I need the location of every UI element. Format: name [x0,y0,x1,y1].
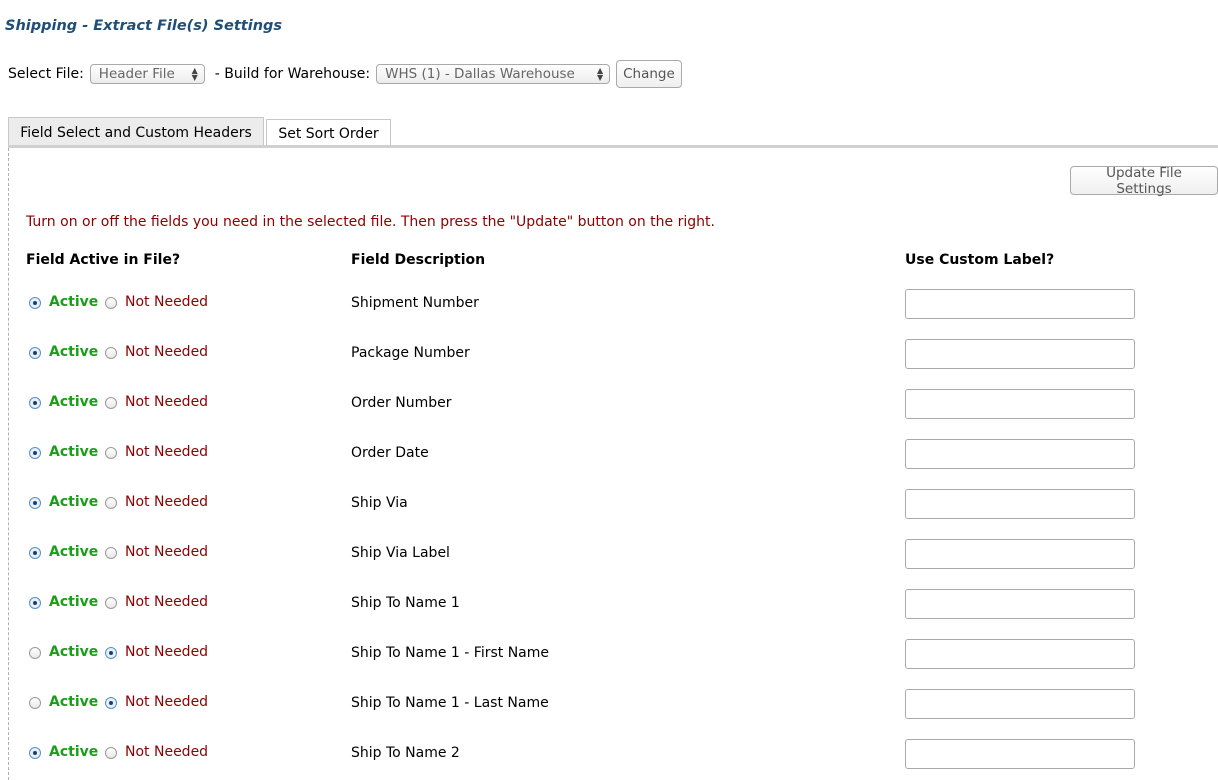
field-description: Ship Via Label [351,545,450,561]
field-row: Active Not Needed Order Date [0,439,1218,469]
field-description: Order Number [351,395,452,411]
updown-arrows-icon: ▲ ▼ [191,66,198,82]
not-needed-option-label[interactable]: Not Needed [125,644,208,660]
active-option-label[interactable]: Active [49,644,98,660]
field-description: Ship To Name 1 - First Name [351,645,550,661]
field-row: Active Not Needed Ship To Name 1 [0,589,1218,619]
active-radio[interactable] [29,397,41,409]
active-option-label[interactable]: Active [49,344,98,360]
field-description: Ship To Name 1 [351,595,460,611]
warehouse-label: - Build for Warehouse: [214,66,371,82]
active-radio[interactable] [29,747,41,759]
custom-label-input[interactable] [905,739,1135,769]
column-header-active: Field Active in File? [26,252,181,268]
warehouse-value: WHS (1) - Dallas Warehouse [385,66,575,82]
custom-label-input[interactable] [905,589,1135,619]
field-row: Active Not Needed Package Number [0,339,1218,369]
select-file-dropdown[interactable]: Header File ▲ ▼ [89,64,205,84]
custom-label-input[interactable] [905,539,1135,569]
select-file-value: Header File [98,66,175,82]
warehouse-dropdown[interactable]: WHS (1) - Dallas Warehouse ▲ ▼ [376,64,611,84]
not-needed-option-label[interactable]: Not Needed [125,294,208,310]
not-needed-option-label[interactable]: Not Needed [125,494,208,510]
field-description: Package Number [351,345,470,361]
active-option-label[interactable]: Active [49,594,98,610]
select-file-label: Select File: [8,66,84,82]
field-row: Active Not Needed Order Number [0,389,1218,419]
field-row: Active Not Needed Ship To Name 1 - First N… [0,639,1218,669]
field-row: Active Not Needed Ship Via Label [0,539,1218,569]
tab-divider [8,145,1218,148]
field-description: Ship Via [351,495,408,511]
active-option-label[interactable]: Active [49,744,98,760]
not-needed-radio[interactable] [105,547,117,559]
column-header-custom-label: Use Custom Label? [905,252,1055,268]
field-description: Ship To Name 2 [351,745,460,761]
custom-label-input[interactable] [905,689,1135,719]
tab-field-select[interactable]: Field Select and Custom Headers [8,117,264,147]
active-radio[interactable] [29,347,41,359]
field-description: Order Date [351,445,429,461]
not-needed-radio[interactable] [105,697,117,709]
active-radio[interactable] [29,447,41,459]
change-button[interactable]: Change [616,60,682,88]
custom-label-input[interactable] [905,289,1135,319]
column-header-description: Field Description [351,252,486,268]
not-needed-option-label[interactable]: Not Needed [125,744,208,760]
field-row: Active Not Needed Shipment Number [0,289,1218,319]
custom-label-input[interactable] [905,339,1135,369]
page-title: Shipping - Extract File(s) Settings [5,18,283,34]
not-needed-option-label[interactable]: Not Needed [125,544,208,560]
not-needed-option-label[interactable]: Not Needed [125,444,208,460]
active-radio[interactable] [29,297,41,309]
not-needed-radio[interactable] [105,447,117,459]
file-select-bar: Select File: Header File ▲ ▼ - Build for … [8,60,682,88]
active-option-label[interactable]: Active [49,694,98,710]
not-needed-radio[interactable] [105,597,117,609]
field-row: Active Not Needed Ship To Name 2 [0,739,1218,769]
not-needed-radio[interactable] [105,347,117,359]
active-option-label[interactable]: Active [49,394,98,410]
tab-sort-order[interactable]: Set Sort Order [266,119,391,147]
custom-label-input[interactable] [905,389,1135,419]
custom-label-input[interactable] [905,439,1135,469]
not-needed-option-label[interactable]: Not Needed [125,344,208,360]
custom-label-input[interactable] [905,489,1135,519]
active-radio[interactable] [29,497,41,509]
instruction-text: Turn on or off the fields you need in th… [26,214,715,230]
active-option-label[interactable]: Active [49,444,98,460]
field-description: Shipment Number [351,295,479,311]
not-needed-radio[interactable] [105,397,117,409]
updown-arrows-icon: ▲ ▼ [596,66,604,82]
field-row: Active Not Needed Ship To Name 1 - Last Na… [0,689,1218,719]
active-radio[interactable] [29,547,41,559]
not-needed-option-label[interactable]: Not Needed [125,394,208,410]
active-radio[interactable] [29,647,41,659]
active-option-label[interactable]: Active [49,544,98,560]
update-file-settings-button[interactable]: Update File Settings [1070,165,1218,197]
not-needed-radio[interactable] [105,647,117,659]
not-needed-radio[interactable] [105,297,117,309]
field-description: Ship To Name 1 - Last Name [351,695,549,711]
active-radio[interactable] [29,697,41,709]
tab-bar: Field Select and Custom Headers Set Sort… [8,117,391,147]
not-needed-option-label[interactable]: Not Needed [125,694,208,710]
active-option-label[interactable]: Active [49,494,98,510]
not-needed-option-label[interactable]: Not Needed [125,594,208,610]
not-needed-radio[interactable] [105,497,117,509]
active-option-label[interactable]: Active [49,294,98,310]
field-row: Active Not Needed Ship Via [0,489,1218,519]
active-radio[interactable] [29,597,41,609]
not-needed-radio[interactable] [105,747,117,759]
custom-label-input[interactable] [905,639,1135,669]
